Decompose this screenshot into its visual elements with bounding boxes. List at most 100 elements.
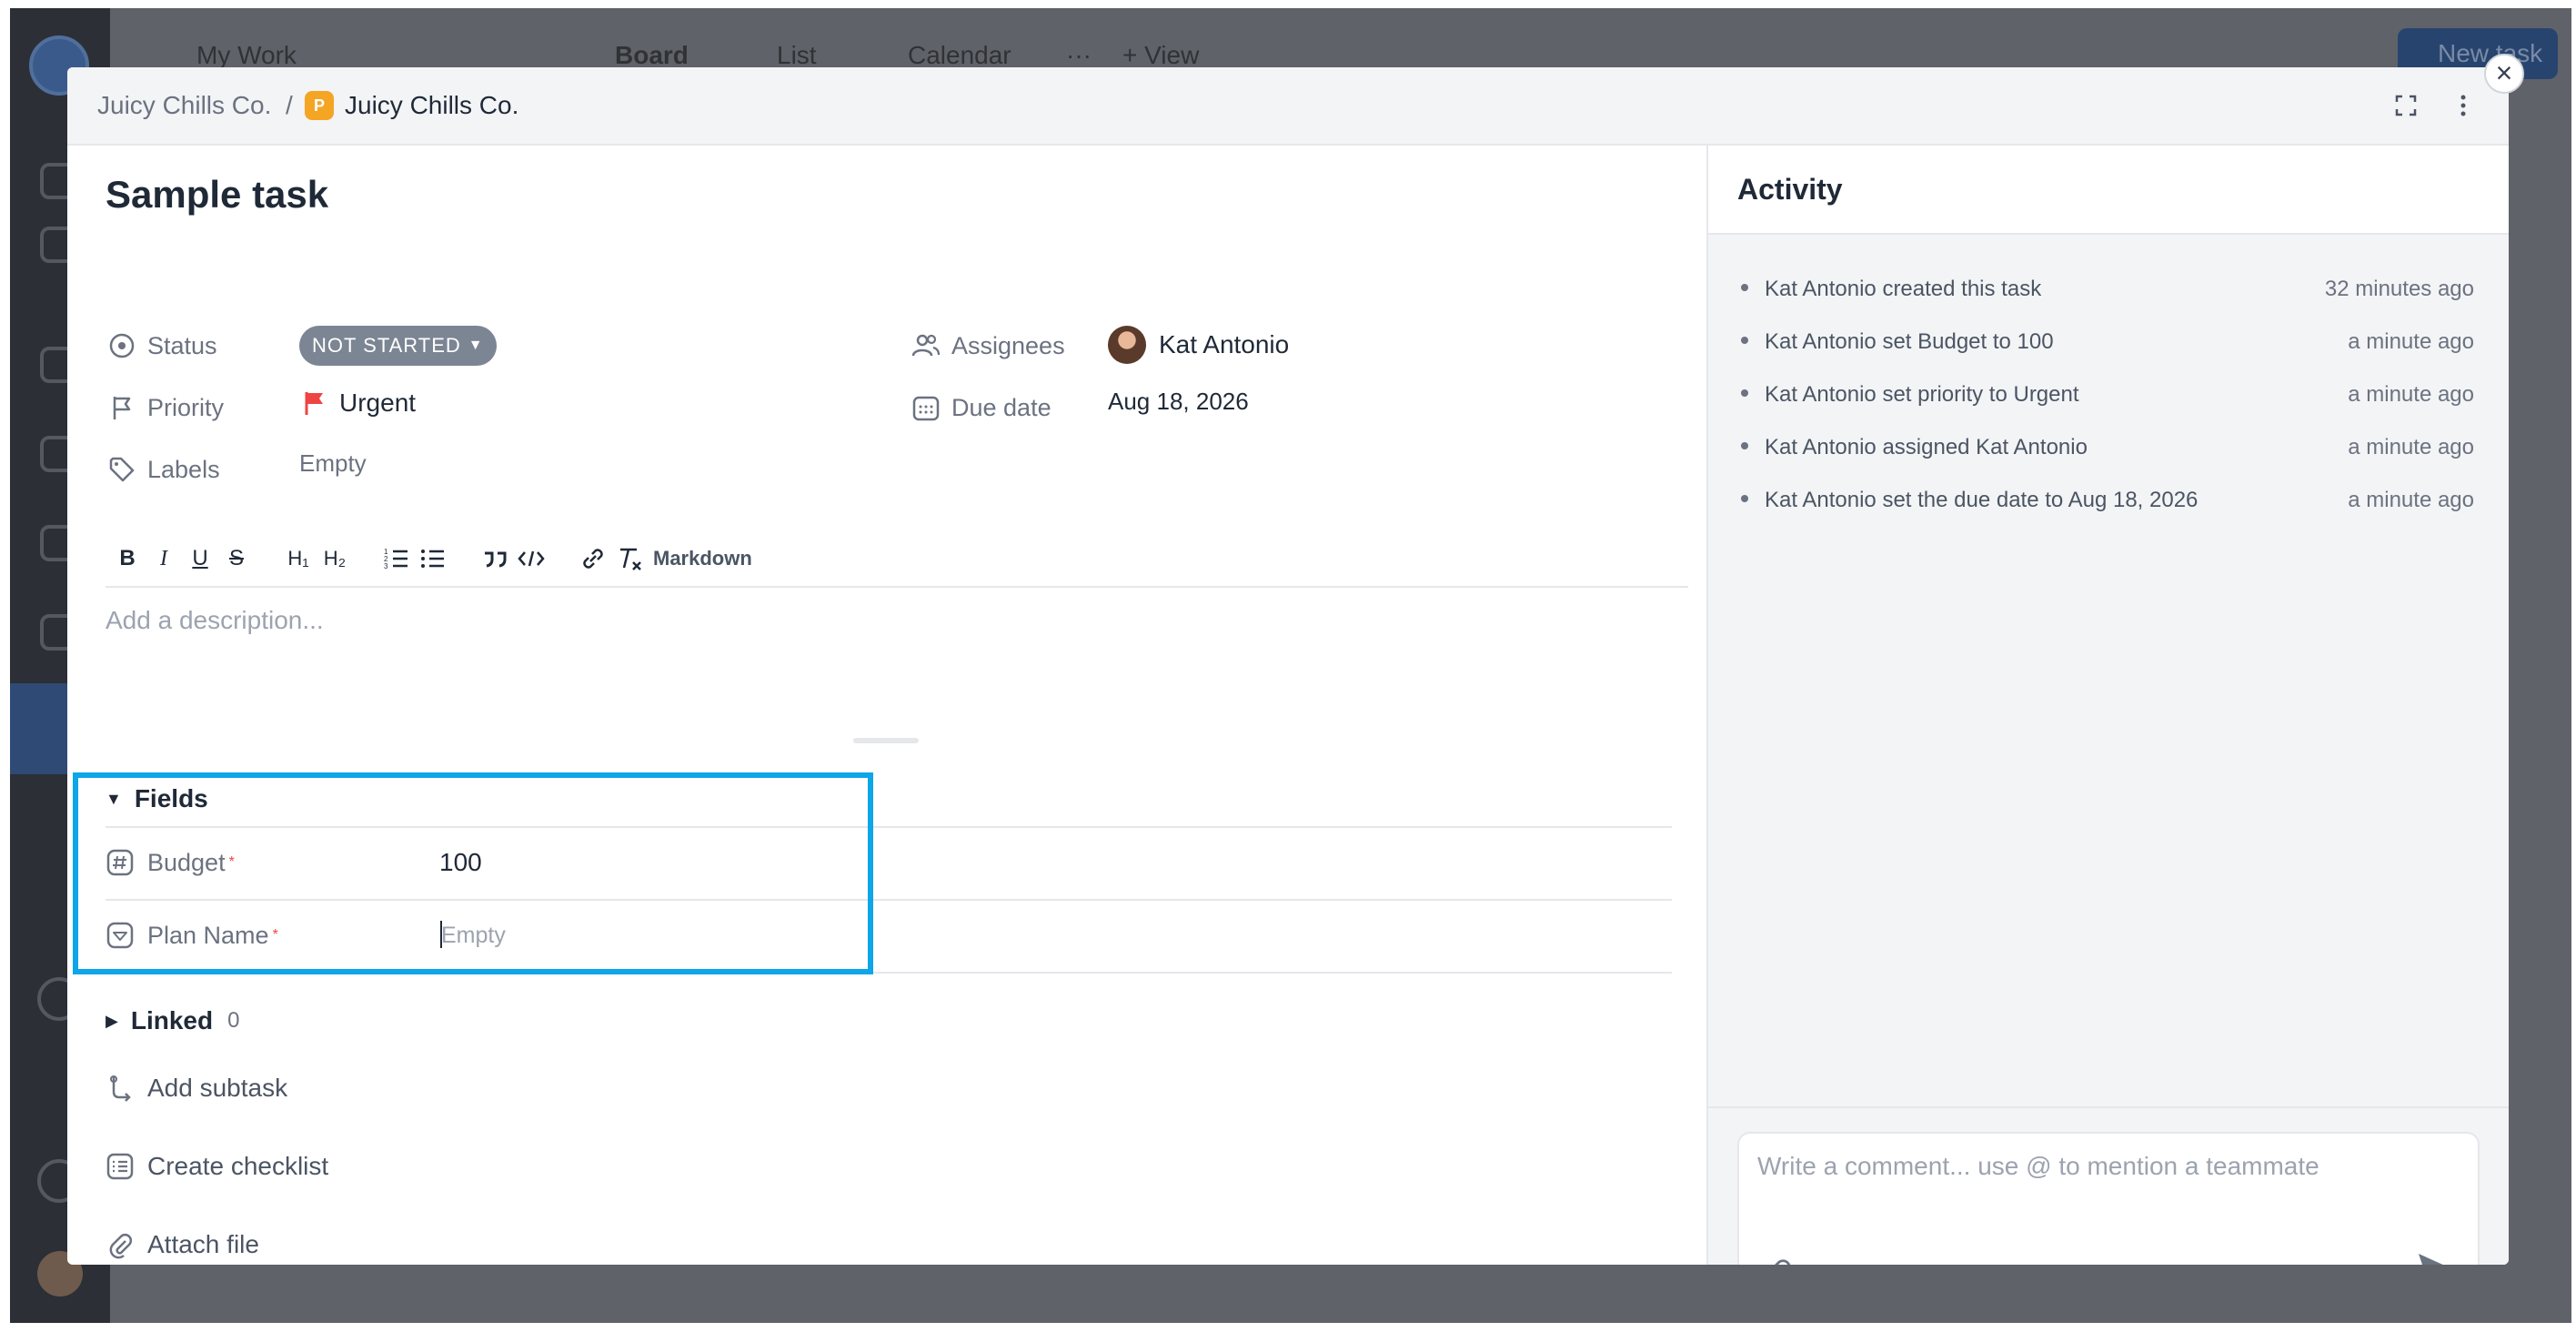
bullet-list-icon[interactable]: [415, 540, 451, 577]
create-checklist-button[interactable]: Create checklist: [106, 1146, 328, 1186]
editor-resize-handle[interactable]: [853, 738, 919, 743]
status-value: NOT STARTED: [312, 334, 461, 357]
markdown-toggle[interactable]: Markdown: [653, 547, 752, 570]
comment-area: Write a comment... use @ to mention a te…: [1708, 1106, 2509, 1265]
tag-icon: [109, 457, 135, 482]
underline-button[interactable]: U: [182, 540, 218, 577]
comment-placeholder: Write a comment... use @ to mention a te…: [1757, 1152, 2319, 1180]
add-subtask-button[interactable]: Add subtask: [106, 1068, 287, 1108]
activity-text: set priority to Urgent: [1882, 382, 2079, 407]
bold-button[interactable]: B: [109, 540, 146, 577]
attach-icon[interactable]: [1761, 1256, 1794, 1265]
status-dropdown[interactable]: NOT STARTED ▼: [299, 326, 497, 366]
view-tab-calendar[interactable]: Calendar: [908, 41, 1011, 70]
attach-file-button[interactable]: Attach file: [106, 1225, 259, 1265]
due-date-value[interactable]: Aug 18, 2026: [1108, 388, 1249, 416]
activity-actor: Kat Antonio: [1765, 435, 1877, 459]
view-tab-board[interactable]: Board: [615, 41, 689, 70]
assignees-label: Assignees: [951, 331, 1065, 359]
heading-2-button[interactable]: H₂: [317, 540, 353, 577]
svg-text:3: 3: [384, 562, 388, 570]
status-property: Status: [106, 326, 217, 366]
activity-time: a minute ago: [2348, 329, 2474, 354]
linked-title: Linked: [130, 1006, 214, 1034]
bullet: [1741, 495, 1748, 502]
activity-header: Activity: [1708, 146, 2509, 235]
task-title[interactable]: Sample task: [106, 173, 328, 217]
subtask-icon: [110, 1075, 131, 1102]
activity-item: Kat Antonio set the due date to Aug 18, …: [1737, 482, 2474, 519]
task-details: Sample task Status NOT STARTED ▼ Priorit…: [67, 146, 1706, 1265]
bullet: [1741, 389, 1748, 397]
activity-item: Kat Antonio created this task 32 minutes…: [1737, 271, 2474, 308]
bullet: [1741, 284, 1748, 291]
status-label: Status: [147, 331, 217, 359]
link-icon[interactable]: [575, 540, 611, 577]
assignee-chip[interactable]: Kat Antonio: [1108, 326, 1289, 364]
breadcrumb-current[interactable]: Juicy Chills Co.: [345, 91, 518, 120]
view-tab-list[interactable]: List: [777, 41, 817, 70]
activity-actor: Kat Antonio: [1765, 277, 1877, 301]
heading-1-button[interactable]: H₁: [280, 540, 317, 577]
editor-divider: [106, 586, 1688, 588]
project-badge: P: [305, 91, 334, 120]
checklist-icon: [106, 1153, 134, 1180]
clear-format-icon[interactable]: [611, 540, 648, 577]
caret-right-icon: ▶: [106, 1011, 118, 1030]
labels-value[interactable]: Empty: [299, 449, 367, 478]
close-modal-button[interactable]: ×: [2484, 54, 2524, 94]
activity-item: Kat Antonio set priority to Urgent a min…: [1737, 377, 2474, 413]
create-checklist-label: Create checklist: [147, 1152, 329, 1180]
activity-time: a minute ago: [2348, 382, 2474, 407]
modal-header: Juicy Chills Co. / P Juicy Chills Co.: [67, 67, 2509, 146]
people-icon: [911, 334, 941, 357]
paperclip-icon: [109, 1233, 133, 1259]
breadcrumb-separator: /: [286, 91, 293, 119]
activity-item: Kat Antonio assigned Kat Antonio a minut…: [1737, 429, 2474, 466]
attach-file-label: Attach file: [147, 1230, 259, 1258]
ordered-list-icon[interactable]: 1 2 3: [378, 540, 415, 577]
priority-label: Priority: [147, 393, 225, 421]
priority-value: Urgent: [339, 388, 417, 417]
add-subtask-label: Add subtask: [147, 1074, 288, 1102]
activity-title: Activity: [1737, 173, 1843, 206]
activity-time: a minute ago: [2348, 435, 2474, 459]
send-icon[interactable]: [2414, 1248, 2460, 1265]
strikethrough-button[interactable]: S: [218, 540, 255, 577]
due-date-label: Due date: [951, 393, 1052, 421]
editor-toolbar: B I U S H₁ H₂ 1 2 3 Markdown: [109, 539, 752, 579]
activity-time: 32 minutes ago: [2324, 277, 2474, 301]
comment-input[interactable]: Write a comment... use @ to mention a te…: [1737, 1132, 2480, 1265]
due-date-property: Due date: [910, 388, 1052, 428]
status-pill[interactable]: NOT STARTED ▼: [299, 326, 497, 366]
activity-text: set Budget to 100: [1882, 329, 2054, 354]
linked-section-toggle[interactable]: ▶ Linked 0: [106, 1003, 239, 1039]
italic-button[interactable]: I: [146, 540, 182, 577]
blockquote-icon[interactable]: [477, 540, 513, 577]
assignees-property: Assignees: [910, 326, 1065, 366]
urgent-flag-icon: [305, 392, 323, 415]
breadcrumb-parent[interactable]: Juicy Chills Co.: [97, 91, 271, 120]
more-options-icon[interactable]: [2445, 87, 2481, 124]
bullet: [1741, 337, 1748, 344]
activity-actor: Kat Antonio: [1765, 382, 1877, 407]
activity-actor: Kat Antonio: [1765, 488, 1877, 512]
labels-property: Labels: [106, 449, 220, 489]
fields-highlight: [73, 772, 873, 974]
priority-dropdown[interactable]: Urgent: [299, 388, 416, 419]
workspace-title: My Work: [196, 41, 297, 69]
calendar-icon: [912, 396, 940, 421]
linked-count: 0: [227, 1008, 240, 1033]
description-editor[interactable]: Add a description...: [106, 606, 324, 635]
assignee-avatar: [1108, 326, 1146, 364]
activity-time: a minute ago: [2348, 488, 2474, 512]
more-views[interactable]: ···: [1066, 41, 1092, 70]
add-view-button[interactable]: + View: [1122, 41, 1199, 70]
task-modal: Juicy Chills Co. / P Juicy Chills Co. Sa…: [67, 67, 2509, 1265]
code-icon[interactable]: [513, 540, 549, 577]
status-icon: [109, 333, 135, 358]
expand-icon[interactable]: [2388, 87, 2424, 124]
app-topbar: My Work Board List Calendar ··· + View N…: [110, 8, 2571, 79]
bullet: [1741, 442, 1748, 449]
activity-actor: Kat Antonio: [1765, 329, 1877, 354]
